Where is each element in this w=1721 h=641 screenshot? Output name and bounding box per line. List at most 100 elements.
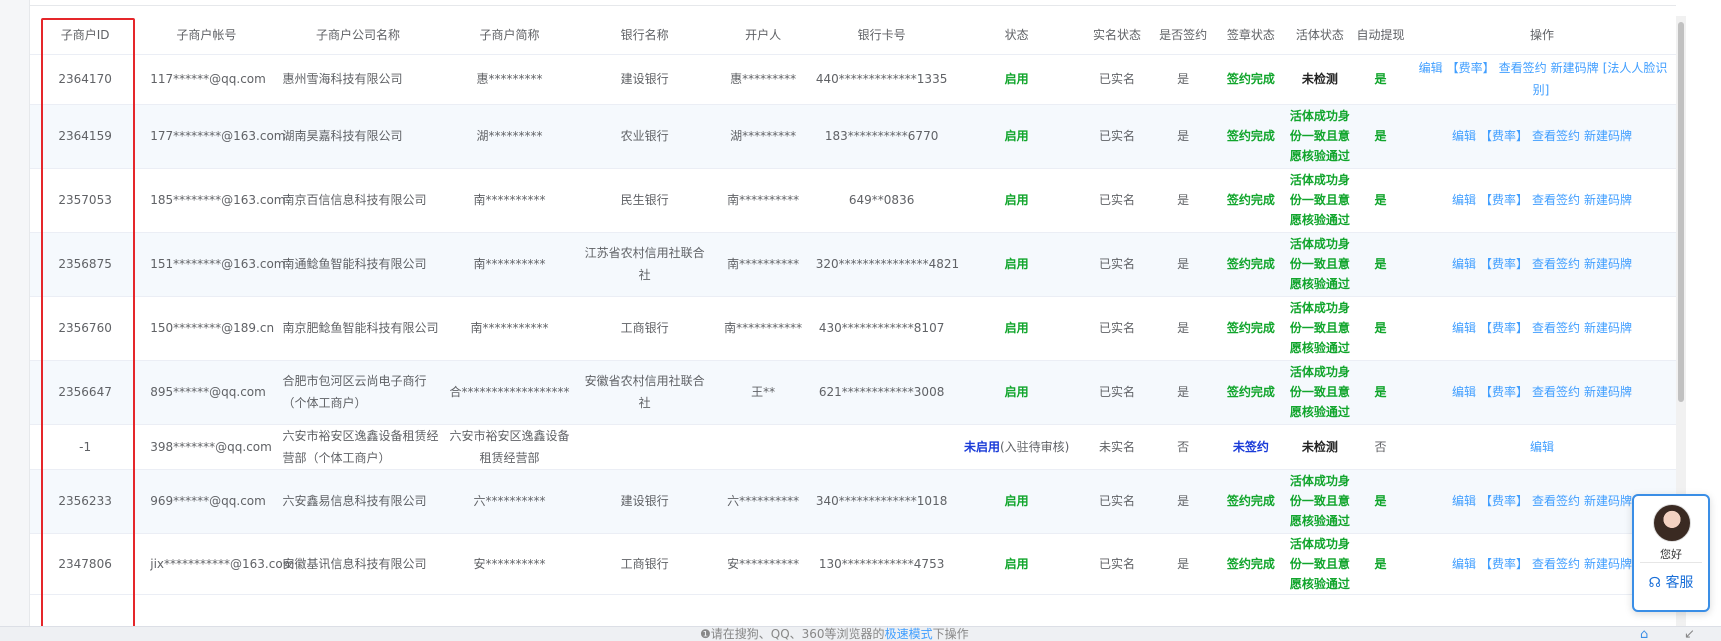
table-row: 2364159 177********@163.com 湖南昊嘉科技有限公司 湖***… [30, 104, 1676, 169]
action-link[interactable]: 编辑 [1452, 321, 1476, 335]
cell-company: 湖南昊嘉科技有限公司 [272, 104, 444, 169]
action-link[interactable]: 编辑 [1452, 494, 1476, 508]
action-link[interactable]: 新建码牌 [1584, 557, 1632, 571]
cell-liveness: 活体成功身份一致且意愿核验通过 [1286, 296, 1353, 361]
cell-holder: 湖********* [713, 104, 813, 169]
cell-account: jix***********@163.com [140, 533, 294, 595]
action-link[interactable]: 查看签约 [1532, 321, 1580, 335]
col-header-id: 子商户ID [30, 16, 141, 55]
col-header-holder: 开户人 [713, 16, 813, 55]
cell-sign-status: 签约完成 [1215, 296, 1287, 361]
action-link[interactable]: 编辑 [1530, 440, 1554, 454]
status-badge: 启用 [1004, 72, 1029, 86]
action-link[interactable]: 编辑 [1452, 257, 1476, 271]
cell-sign-status: 签约完成 [1215, 232, 1287, 297]
cell-card [812, 424, 951, 470]
action-link[interactable]: 【费率】 [1480, 321, 1528, 335]
customer-service-avatar[interactable] [1653, 504, 1691, 542]
col-header-sign-status: 签章状态 [1215, 16, 1287, 55]
action-link[interactable]: 查看签约 [1532, 257, 1580, 271]
action-link[interactable]: 【费率】 [1447, 61, 1495, 75]
action-link[interactable]: 新建码牌 [1584, 494, 1632, 508]
action-link[interactable]: 【费率】 [1480, 557, 1528, 571]
cell-account: 177********@163.com [140, 104, 286, 169]
home-icon[interactable]: ⌂ [1640, 627, 1658, 641]
col-header-realname: 实名状态 [1082, 16, 1152, 55]
cell-status: 启用 [950, 104, 1083, 169]
cell-auto-withdraw: 是 [1352, 54, 1408, 105]
action-link[interactable]: 【费率】 [1480, 193, 1528, 207]
cell-holder: 六********** [713, 469, 813, 534]
info-icon: ❶ [700, 627, 711, 641]
cell-auto-withdraw: 是 [1352, 232, 1408, 297]
tip-prefix: 请在搜狗、QQ、360等浏览器的 [710, 627, 885, 641]
cell-liveness: 活体成功身份一致且意愿核验通过 [1286, 360, 1353, 425]
cell-status: 启用 [950, 469, 1083, 534]
cell-account: 895******@qq.com [140, 360, 273, 425]
cell-status: 启用 [950, 168, 1083, 233]
action-link[interactable]: 查看签约 [1532, 494, 1580, 508]
cell-short: 南********** [443, 232, 576, 297]
table-row: 2356760 150********@189.cn 南京肥鲶鱼智能科技有限公司 南*… [30, 296, 1676, 361]
action-link[interactable]: 查看签约 [1532, 129, 1580, 143]
action-link[interactable]: 编辑 [1452, 557, 1476, 571]
cell-liveness: 未检测 [1286, 424, 1353, 470]
cell-company: 南京百信信息科技有限公司 [272, 168, 444, 233]
cell-sign-status: 签约完成 [1215, 54, 1287, 105]
scrollbar-thumb[interactable] [1678, 22, 1684, 402]
tip-suffix: 下操作 [932, 627, 969, 641]
cell-id: 2357053 [30, 168, 141, 233]
action-link[interactable]: 【费率】 [1480, 494, 1528, 508]
action-link[interactable]: 编辑 [1452, 129, 1476, 143]
cell-short: 合****************** [443, 360, 576, 425]
table-row: 2356233 969******@qq.com 六安鑫易信息科技有限公司 六****… [30, 469, 1676, 534]
cell-auto-withdraw: 是 [1352, 533, 1408, 595]
table-row: -1 398*******@qq.com 六安市裕安区逸鑫设备租赁经营部（个体工商户… [30, 424, 1676, 470]
action-link[interactable]: 编辑 [1452, 385, 1476, 399]
tip-fast-mode-link[interactable]: 极速模式 [885, 627, 933, 641]
cell-realname: 已实名 [1082, 232, 1152, 297]
action-link[interactable]: 编辑 [1419, 61, 1443, 75]
cell-actions: 编辑 [1408, 424, 1676, 470]
cell-sign-status: 未签约 [1215, 424, 1287, 470]
action-link[interactable]: 新建码牌 [1584, 257, 1632, 271]
action-link[interactable]: 【费率】 [1480, 129, 1528, 143]
action-link[interactable]: 查看签约 [1532, 193, 1580, 207]
cell-bank: 安徽省农村信用社联合社 [575, 360, 714, 425]
cell-signed: 是 [1151, 469, 1216, 534]
cell-bank: 工商银行 [575, 296, 714, 361]
col-header-card: 银行卡号 [812, 16, 951, 55]
action-link[interactable]: 新建码牌 [1551, 61, 1599, 75]
status-badge: 启用 [1004, 385, 1029, 399]
action-link[interactable]: 查看签约 [1532, 385, 1580, 399]
cell-status: 启用 [950, 54, 1083, 105]
action-link[interactable]: 新建码牌 [1584, 321, 1632, 335]
cell-bank: 江苏省农村信用社联合社 [575, 232, 714, 297]
service-greeting: 您好 [1660, 548, 1682, 561]
cell-liveness: 活体成功身份一致且意愿核验通过 [1286, 168, 1353, 233]
table-row: 2356647 895******@qq.com 合肥市包河区云尚电子商行（个体工商… [30, 360, 1676, 425]
action-link[interactable]: 查看签约 [1532, 557, 1580, 571]
action-link[interactable]: 新建码牌 [1584, 385, 1632, 399]
col-header-bank: 银行名称 [575, 16, 714, 55]
action-link[interactable]: 新建码牌 [1584, 129, 1632, 143]
action-link[interactable]: 查看签约 [1499, 61, 1547, 75]
cell-id: 2356233 [30, 469, 141, 534]
customer-service-button[interactable]: ☊ 客服 [1634, 572, 1708, 592]
cell-realname: 已实名 [1082, 168, 1152, 233]
status-badge: 启用 [1004, 494, 1029, 508]
cell-id: 2364170 [30, 54, 141, 105]
cell-actions: 编辑 【费率】 查看签约 新建码牌 [1408, 296, 1676, 361]
action-link[interactable]: 编辑 [1452, 193, 1476, 207]
action-link[interactable]: 新建码牌 [1584, 193, 1632, 207]
cell-status: 启用 [950, 533, 1083, 595]
customer-service-widget[interactable]: 您好 ☊ 客服 [1632, 494, 1710, 612]
action-link[interactable]: 【费率】 [1480, 257, 1528, 271]
cell-bank [575, 424, 714, 470]
action-link[interactable]: 【费率】 [1480, 385, 1528, 399]
cell-short: 惠********* [443, 54, 576, 105]
cell-actions: 编辑 【费率】 查看签约 新建码牌 [1408, 104, 1676, 169]
col-header-signed: 是否签约 [1151, 16, 1216, 55]
cell-auto-withdraw: 是 [1352, 360, 1408, 425]
collapse-icon[interactable]: ↙ [1684, 627, 1702, 641]
